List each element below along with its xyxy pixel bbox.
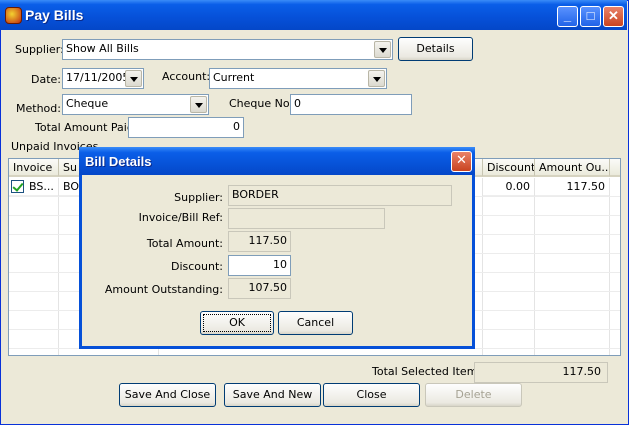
window-title: Pay Bills [25,7,84,23]
dialog-total-amount-field: 117.50 [228,231,291,252]
invoice-cell: BS... [29,180,54,193]
account-combo[interactable]: Current [209,68,387,89]
amount-outstanding-cell: 117.50 [535,178,610,196]
column-header-filler [610,159,620,177]
supplier-value: Show All Bills [66,42,139,55]
save-and-new-button[interactable]: Save And New [224,383,321,407]
table-row[interactable]: BS... [9,178,59,196]
column-header-discount[interactable]: Discount [483,159,535,177]
delete-button: Delete [425,383,522,407]
dialog-amount-outstanding-field: 107.50 [228,278,291,299]
title-bar[interactable]: Pay Bills _ □ ✕ [0,0,627,30]
chevron-down-icon[interactable] [190,96,207,113]
dialog-close-button[interactable]: ✕ [451,151,472,172]
cheque-no-input[interactable]: 0 [290,94,412,115]
supplier-label: Supplier: [15,43,64,56]
chevron-down-icon[interactable] [368,70,385,87]
close-window-button[interactable]: ✕ [603,6,624,27]
dialog-supplier-field: BORDER [228,185,452,206]
save-and-close-button[interactable]: Save And Close [119,383,216,407]
method-label: Method: [16,102,61,115]
date-value: 17/11/2005 [66,71,130,84]
column-header-amount-outstanding[interactable]: Amount Ou... [535,159,610,177]
cancel-button[interactable]: Cancel [278,311,353,335]
discount-cell: 0.00 [483,178,535,196]
dialog-discount-label: Discount: [171,260,223,273]
dialog-title-bar[interactable]: Bill Details [79,147,475,175]
dialog-discount-input[interactable]: 10 [228,255,291,276]
chevron-down-icon[interactable] [125,70,142,87]
app-icon [5,7,22,24]
account-value: Current [213,71,255,84]
column-header-invoice[interactable]: Invoice [9,159,59,177]
date-picker[interactable]: 17/11/2005 [62,68,144,89]
total-selected-value: 117.50 [474,362,608,383]
maximize-button[interactable]: □ [580,6,601,27]
dialog-invoice-ref-label: Invoice/Bill Ref: [138,211,223,224]
total-amount-paid-input[interactable]: 0 [128,117,244,138]
details-button[interactable]: Details [398,37,473,61]
account-label: Account: [162,70,211,83]
method-combo[interactable]: Cheque [62,94,209,115]
checkbox-checked-icon[interactable] [11,180,24,193]
dialog-title: Bill Details [85,154,152,169]
total-amount-paid-label: Total Amount Paid: [35,121,138,134]
supplier-combo[interactable]: Show All Bills [62,39,393,60]
minimize-button[interactable]: _ [557,6,578,27]
dialog-amount-outstanding-label: Amount Outstanding: [104,283,223,296]
dialog-total-amount-label: Total Amount: [146,237,223,250]
total-selected-label: Total Selected Items: [372,365,487,378]
cheque-no-label: Cheque No: [229,97,294,110]
date-label: Date: [31,73,61,86]
method-value: Cheque [66,97,109,110]
ok-button[interactable]: OK [200,311,274,335]
dialog-invoice-ref-field [228,208,385,229]
chevron-down-icon[interactable] [374,41,391,58]
dialog-supplier-label: Supplier: [174,191,223,204]
close-button[interactable]: Close [323,383,420,407]
